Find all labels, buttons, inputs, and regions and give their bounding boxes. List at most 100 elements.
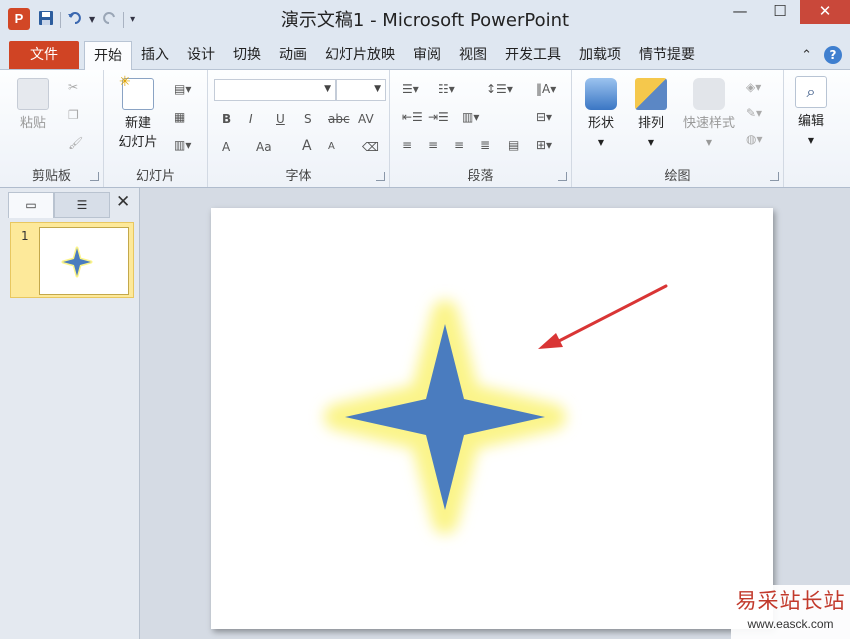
title-bar: P ▼ ▾ 演示文稿1 - Microsoft PowerPoint — ☐ ✕: [0, 0, 850, 38]
maximize-button[interactable]: ☐: [760, 0, 800, 24]
font-group-label: 字体: [285, 169, 312, 184]
quick-styles-icon: [693, 78, 725, 110]
align-center-icon[interactable]: ≡: [428, 138, 438, 152]
close-pane-icon[interactable]: ✕: [116, 192, 130, 212]
tab-home[interactable]: 开始: [84, 41, 132, 71]
reset-icon[interactable]: ▦: [174, 110, 185, 124]
tab-design[interactable]: 设计: [178, 41, 224, 70]
slide-canvas[interactable]: [211, 208, 773, 629]
tab-storyboarding[interactable]: 情节提要: [630, 41, 704, 70]
binoculars-icon: ⌕: [795, 76, 827, 108]
red-arrow-annotation: [538, 284, 668, 349]
help-icon[interactable]: ?: [824, 46, 842, 64]
close-button[interactable]: ✕: [800, 0, 850, 24]
four-point-star-shape[interactable]: [345, 324, 545, 510]
tab-addins[interactable]: 加载项: [570, 41, 630, 70]
paste-button[interactable]: 粘贴: [10, 78, 56, 133]
tab-view[interactable]: 视图: [450, 41, 496, 70]
tab-slides-thumbnails[interactable]: ▭: [8, 192, 54, 218]
tab-review[interactable]: 审阅: [404, 41, 450, 70]
text-direction-icon[interactable]: ‖A▾: [536, 82, 556, 96]
shapes-button[interactable]: 形状 ▼: [580, 78, 622, 152]
shape-outline-icon[interactable]: ✎▾: [746, 106, 762, 120]
window-controls: — ☐ ✕: [720, 0, 850, 28]
shape-fill-icon[interactable]: ◈▾: [746, 80, 761, 94]
shrink-font-button[interactable]: A: [328, 141, 335, 152]
align-text-icon[interactable]: ⊟▾: [536, 110, 552, 124]
arrange-label: 排列: [637, 116, 664, 131]
shapes-icon: [585, 78, 617, 110]
font-name-combo[interactable]: ▼: [214, 79, 336, 101]
arrange-button[interactable]: 排列 ▼: [630, 78, 672, 152]
slide-thumbnail-1[interactable]: 1: [10, 222, 134, 298]
editing-group: ⌕ 编辑 ▼: [784, 70, 850, 187]
distributed-icon[interactable]: ▤: [508, 138, 519, 152]
slides-group: ✳ 新建 幻灯片 ▤▾ ▦ ▥▾ 幻灯片: [104, 70, 208, 187]
cut-icon[interactable]: ✂: [68, 80, 78, 94]
align-right-icon[interactable]: ≡: [454, 138, 464, 152]
arrange-icon: [635, 78, 667, 110]
watermark: 易采站长站 www.easck.com: [731, 585, 850, 639]
line-spacing-icon[interactable]: ↕☰▾: [486, 82, 513, 96]
shadow-button[interactable]: S: [304, 112, 312, 126]
bold-button[interactable]: B: [222, 112, 231, 126]
drawing-group-label: 绘图: [664, 169, 691, 184]
decrease-indent-icon[interactable]: ⇤☰: [402, 110, 423, 124]
tab-slideshow[interactable]: 幻灯片放映: [316, 41, 404, 70]
ribbon-tabs: 开始 插入 设计 切换 动画 幻灯片放映 审阅 视图 开发工具 加载项 情节提要: [84, 41, 704, 71]
slides-group-label: 幻灯片: [135, 169, 175, 184]
tab-animations[interactable]: 动画: [270, 41, 316, 70]
clipboard-launcher-icon[interactable]: [90, 172, 99, 181]
tab-file[interactable]: 文件: [9, 41, 79, 69]
paragraph-group: ☰▾ ☷▾ ↕☰▾ ‖A▾ ⇤☰ ⇥☰ ▥▾ ⊟▾ ≡ ≡ ≡ ≣ ▤ ⊞▾ 段…: [390, 70, 572, 187]
slide-number: 1: [21, 229, 29, 243]
tab-outline[interactable]: ☰: [54, 192, 110, 218]
tab-developer[interactable]: 开发工具: [496, 41, 570, 70]
tab-transitions[interactable]: 切换: [224, 41, 270, 70]
section-icon[interactable]: ▥▾: [174, 138, 191, 152]
clipboard-group: 粘贴 ✂ ❐ 🖌 剪贴板: [0, 70, 104, 187]
strikethrough-button[interactable]: abc: [328, 112, 350, 126]
new-slide-label-1: 新建: [124, 116, 151, 131]
drawing-launcher-icon[interactable]: [770, 172, 779, 181]
slide-drawing: [324, 284, 668, 534]
watermark-url: www.easck.com: [747, 617, 834, 631]
minimize-ribbon-icon[interactable]: ⌃: [801, 48, 812, 63]
layout-icon[interactable]: ▤▾: [174, 82, 191, 96]
clear-format-icon[interactable]: ⌫: [362, 140, 379, 154]
clipboard-group-label: 剪贴板: [31, 169, 71, 184]
char-spacing-button[interactable]: AV: [358, 112, 374, 126]
drawing-group: 形状 ▼ 排列 ▼ 快速样式 ▼ ◈▾ ✎▾ ◍▾ 绘图: [572, 70, 784, 187]
editing-label: 编辑: [797, 114, 824, 129]
justify-icon[interactable]: ≣: [480, 138, 490, 152]
new-slide-button[interactable]: ✳ 新建 幻灯片: [108, 74, 168, 152]
watermark-title: 易采站长站: [735, 589, 846, 613]
paragraph-launcher-icon[interactable]: [558, 172, 567, 181]
increase-indent-icon[interactable]: ⇥☰: [428, 110, 449, 124]
minimize-button[interactable]: —: [720, 0, 760, 24]
quick-styles-button[interactable]: 快速样式 ▼: [676, 78, 742, 152]
bullets-icon[interactable]: ☰▾: [402, 82, 419, 96]
italic-button[interactable]: I: [249, 112, 253, 126]
font-size-combo[interactable]: ▼: [336, 79, 386, 101]
slide-editor: [141, 188, 850, 639]
shape-effects-icon[interactable]: ◍▾: [746, 132, 763, 146]
paste-label: 粘贴: [19, 116, 46, 131]
font-color-button[interactable]: A: [222, 140, 230, 154]
grow-font-button[interactable]: A: [302, 138, 312, 154]
align-left-icon[interactable]: ≡: [402, 138, 412, 152]
smartart-icon[interactable]: ⊞▾: [536, 138, 552, 152]
change-case-button[interactable]: Aa: [256, 140, 272, 154]
columns-icon[interactable]: ▥▾: [462, 110, 479, 124]
tab-insert[interactable]: 插入: [132, 41, 178, 70]
editing-button[interactable]: ⌕ 编辑 ▼: [792, 76, 830, 150]
slide-thumbnail-preview: [39, 227, 129, 295]
shapes-label: 形状: [587, 116, 614, 131]
format-painter-icon[interactable]: 🖌: [68, 136, 83, 150]
copy-icon[interactable]: ❐: [68, 108, 79, 122]
underline-button[interactable]: U: [276, 112, 285, 126]
font-launcher-icon[interactable]: [376, 172, 385, 181]
paste-icon: [17, 78, 49, 110]
numbering-icon[interactable]: ☷▾: [438, 82, 455, 96]
font-group: ▼ ▼ B I U S abc AV A Aa A A ⌫ 字体: [208, 70, 390, 187]
